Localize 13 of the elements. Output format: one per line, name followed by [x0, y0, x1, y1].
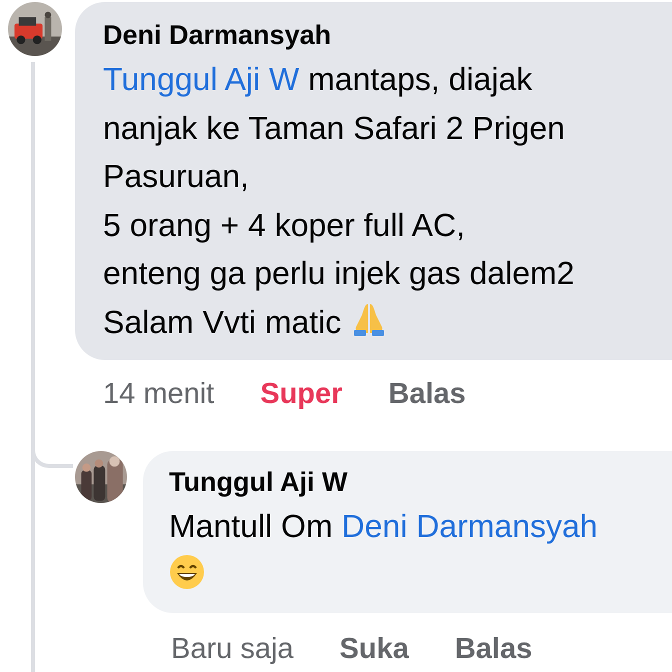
comment-time: Baru saja — [171, 633, 294, 666]
comment-time: 14 menit — [103, 378, 214, 411]
comment-text: Mantull Om Deni Darmansyah — [169, 507, 599, 546]
comment-text: Tunggul Aji W mantaps, diajak nanjak ke Taman Safari 2 Prigen Pasuruan, 5 orang + 4 koper full AC, enteng ga perlu injek gas dalem2 Salam Vvti matic — [103, 60, 576, 342]
mention-link[interactable]: Tunggul Aji W — [103, 61, 300, 97]
reply-button[interactable]: Balas — [388, 378, 466, 411]
author-name[interactable]: Tunggul Aji W — [169, 467, 348, 498]
mention-link[interactable]: Deni Darmansyah — [341, 508, 598, 544]
reaction-button[interactable]: Suka — [340, 633, 409, 666]
reply-button[interactable]: Balas — [454, 633, 532, 666]
grinning-face-icon — [169, 554, 205, 590]
author-name[interactable]: Deni Darmansyah — [103, 20, 332, 51]
reaction-button[interactable]: Super — [260, 378, 342, 411]
